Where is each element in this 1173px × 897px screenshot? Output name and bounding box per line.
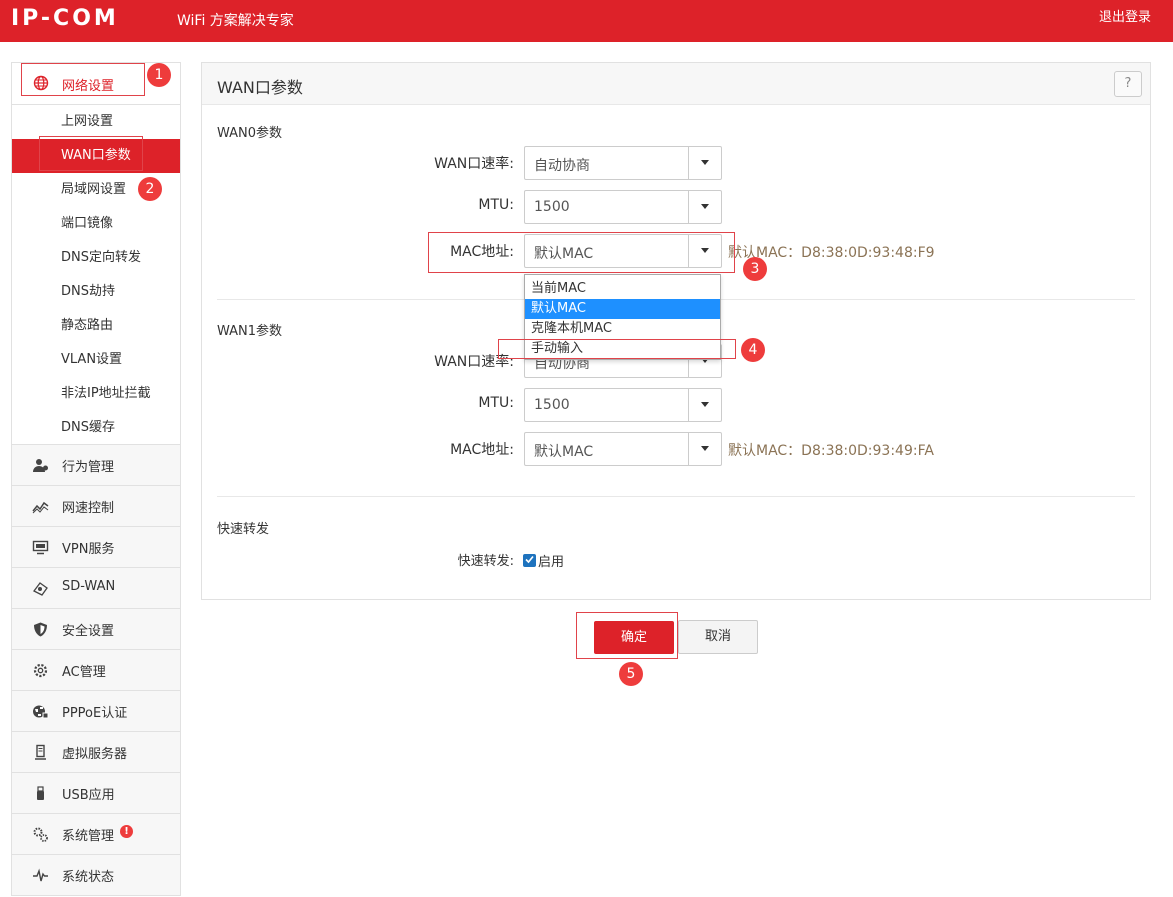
server-icon xyxy=(35,744,46,760)
gear-cog-icon xyxy=(33,663,48,678)
sidebar-item-illegal-ip[interactable]: 非法IP地址拦截 xyxy=(12,377,180,411)
sidebar-group-label: USB应用 xyxy=(62,788,115,803)
section-divider xyxy=(217,496,1135,497)
wan0-section-title: WAN0参数 xyxy=(217,126,283,141)
annotation-badge-2: 2 xyxy=(138,177,162,201)
annotation-badge-3: 3 xyxy=(743,257,767,281)
page-title: WAN口参数 xyxy=(217,78,303,97)
sidebar-item-vlan[interactable]: VLAN设置 xyxy=(12,343,180,377)
chevron-down-icon xyxy=(701,204,709,209)
annotation-box-2 xyxy=(39,136,143,171)
sidebar-group-sdwan[interactable]: SD-WAN xyxy=(12,567,180,608)
select-value: 1500 xyxy=(534,397,570,413)
select-arrow-box xyxy=(688,191,721,223)
sidebar-group-virtual-server[interactable]: 虚拟服务器 xyxy=(12,731,180,772)
wan0-mtu-select[interactable]: 1500 xyxy=(524,190,722,224)
select-value: 1500 xyxy=(534,199,570,215)
select-value: 自动协商 xyxy=(534,158,590,174)
sidebar-group-label: AC管理 xyxy=(62,665,106,680)
sidebar-group-label: VPN服务 xyxy=(62,542,115,557)
sidebar-item-port-mirror[interactable]: 端口镜像 xyxy=(12,207,180,241)
checkmark-icon xyxy=(525,555,534,564)
sidebar-group-label: 系统管理 xyxy=(62,829,115,844)
sidebar-group-pppoe[interactable]: PPPoE认证 xyxy=(12,690,180,731)
help-button[interactable]: ? xyxy=(1114,71,1142,97)
sidebar-group-vpn[interactable]: VPN服务 xyxy=(12,526,180,567)
sidebar-group-usb[interactable]: USB应用 xyxy=(12,772,180,813)
sidebar-group-label: 网速控制 xyxy=(62,501,115,516)
annotation-box-1 xyxy=(21,63,145,96)
dropdown-option-clone-mac[interactable]: 克隆本机MAC xyxy=(525,319,720,339)
sidebar-group-label: PPPoE认证 xyxy=(62,706,128,721)
logout-link[interactable]: 退出登录 xyxy=(1099,9,1151,27)
wan1-mac-label: MAC地址: xyxy=(450,442,514,458)
sidebar-group-label: 行为管理 xyxy=(62,460,115,475)
pulse-icon xyxy=(33,868,48,882)
brand-logo: IP-COM xyxy=(11,6,119,31)
wan1-mtu-select[interactable]: 1500 xyxy=(524,388,722,422)
shield-icon xyxy=(34,622,47,637)
annotation-badge-4: 4 xyxy=(741,338,765,362)
gears-icon xyxy=(33,827,48,842)
wan0-speed-label: WAN口速率: xyxy=(434,156,514,172)
select-arrow-box xyxy=(688,389,721,421)
wan1-speed-label: WAN口速率: xyxy=(434,354,514,370)
user-behavior-icon xyxy=(33,459,48,472)
sidebar-group-label: SD-WAN xyxy=(62,579,116,594)
sidebar-item-dns-hijack[interactable]: DNS劫持 xyxy=(12,275,180,309)
select-value: 默认MAC xyxy=(534,444,594,460)
chevron-down-icon xyxy=(701,160,709,165)
sidebar-item-dns-cache[interactable]: DNS缓存 xyxy=(12,411,180,445)
dropdown-option-current-mac[interactable]: 当前MAC xyxy=(525,279,720,299)
network-cloud-icon xyxy=(33,582,48,596)
sidebar-item-static-route[interactable]: 静态路由 xyxy=(12,309,180,343)
cancel-button[interactable]: 取消 xyxy=(678,620,758,654)
select-arrow-box xyxy=(688,147,721,179)
sidebar-group-system-status[interactable]: 系统状态 xyxy=(12,854,180,895)
fast-forward-section-title: 快速转发 xyxy=(217,522,270,537)
usb-icon xyxy=(37,786,44,800)
dropdown-option-default-mac[interactable]: 默认MAC xyxy=(525,299,720,319)
brand-slogan: WiFi 方案解决专家 xyxy=(177,13,294,29)
sidebar-group-label: 虚拟服务器 xyxy=(62,747,128,762)
wan1-mac-select[interactable]: 默认MAC xyxy=(524,432,722,466)
sidebar-item-dns-forward[interactable]: DNS定向转发 xyxy=(12,241,180,275)
fast-forward-option-label: 启用 xyxy=(538,555,565,570)
alert-badge: ! xyxy=(120,825,133,838)
sidebar-item-internet-settings[interactable]: 上网设置 xyxy=(12,105,180,139)
sidebar-group-speed[interactable]: 网速控制 xyxy=(12,485,180,526)
select-arrow-box xyxy=(688,433,721,465)
speed-chart-icon xyxy=(32,501,49,514)
wan1-section-title: WAN1参数 xyxy=(217,324,283,339)
wan1-default-mac-note: 默认MAC：D8:38:0D:93:49:FA xyxy=(728,443,934,459)
annotation-badge-1: 1 xyxy=(147,63,171,87)
sidebar-group-system-mgmt[interactable]: 系统管理 ! xyxy=(12,813,180,854)
wan1-mtu-label: MTU: xyxy=(478,395,514,411)
annotation-box-4 xyxy=(498,339,736,359)
monitor-icon xyxy=(32,540,49,555)
fast-forward-label: 快速转发: xyxy=(457,554,514,569)
sidebar-group-label: 安全设置 xyxy=(62,624,115,639)
top-header: IP-COM WiFi 方案解决专家 退出登录 xyxy=(0,0,1173,42)
sidebar-group-label: 系统状态 xyxy=(62,870,115,885)
sidebar-group-behavior[interactable]: 行为管理 xyxy=(12,444,180,485)
chevron-down-icon xyxy=(701,402,709,407)
panel-header: WAN口参数 ? xyxy=(202,63,1150,105)
sidebar-group-security[interactable]: 安全设置 xyxy=(12,608,180,649)
globe-key-icon xyxy=(33,705,49,719)
annotation-box-3 xyxy=(428,232,735,273)
sidebar-group-ac[interactable]: AC管理 xyxy=(12,649,180,690)
wan0-mtu-label: MTU: xyxy=(478,197,514,213)
annotation-box-5 xyxy=(576,612,678,659)
fast-forward-checkbox[interactable] xyxy=(523,554,536,567)
chevron-down-icon xyxy=(701,446,709,451)
annotation-badge-5: 5 xyxy=(619,662,643,686)
wan0-speed-select[interactable]: 自动协商 xyxy=(524,146,722,180)
